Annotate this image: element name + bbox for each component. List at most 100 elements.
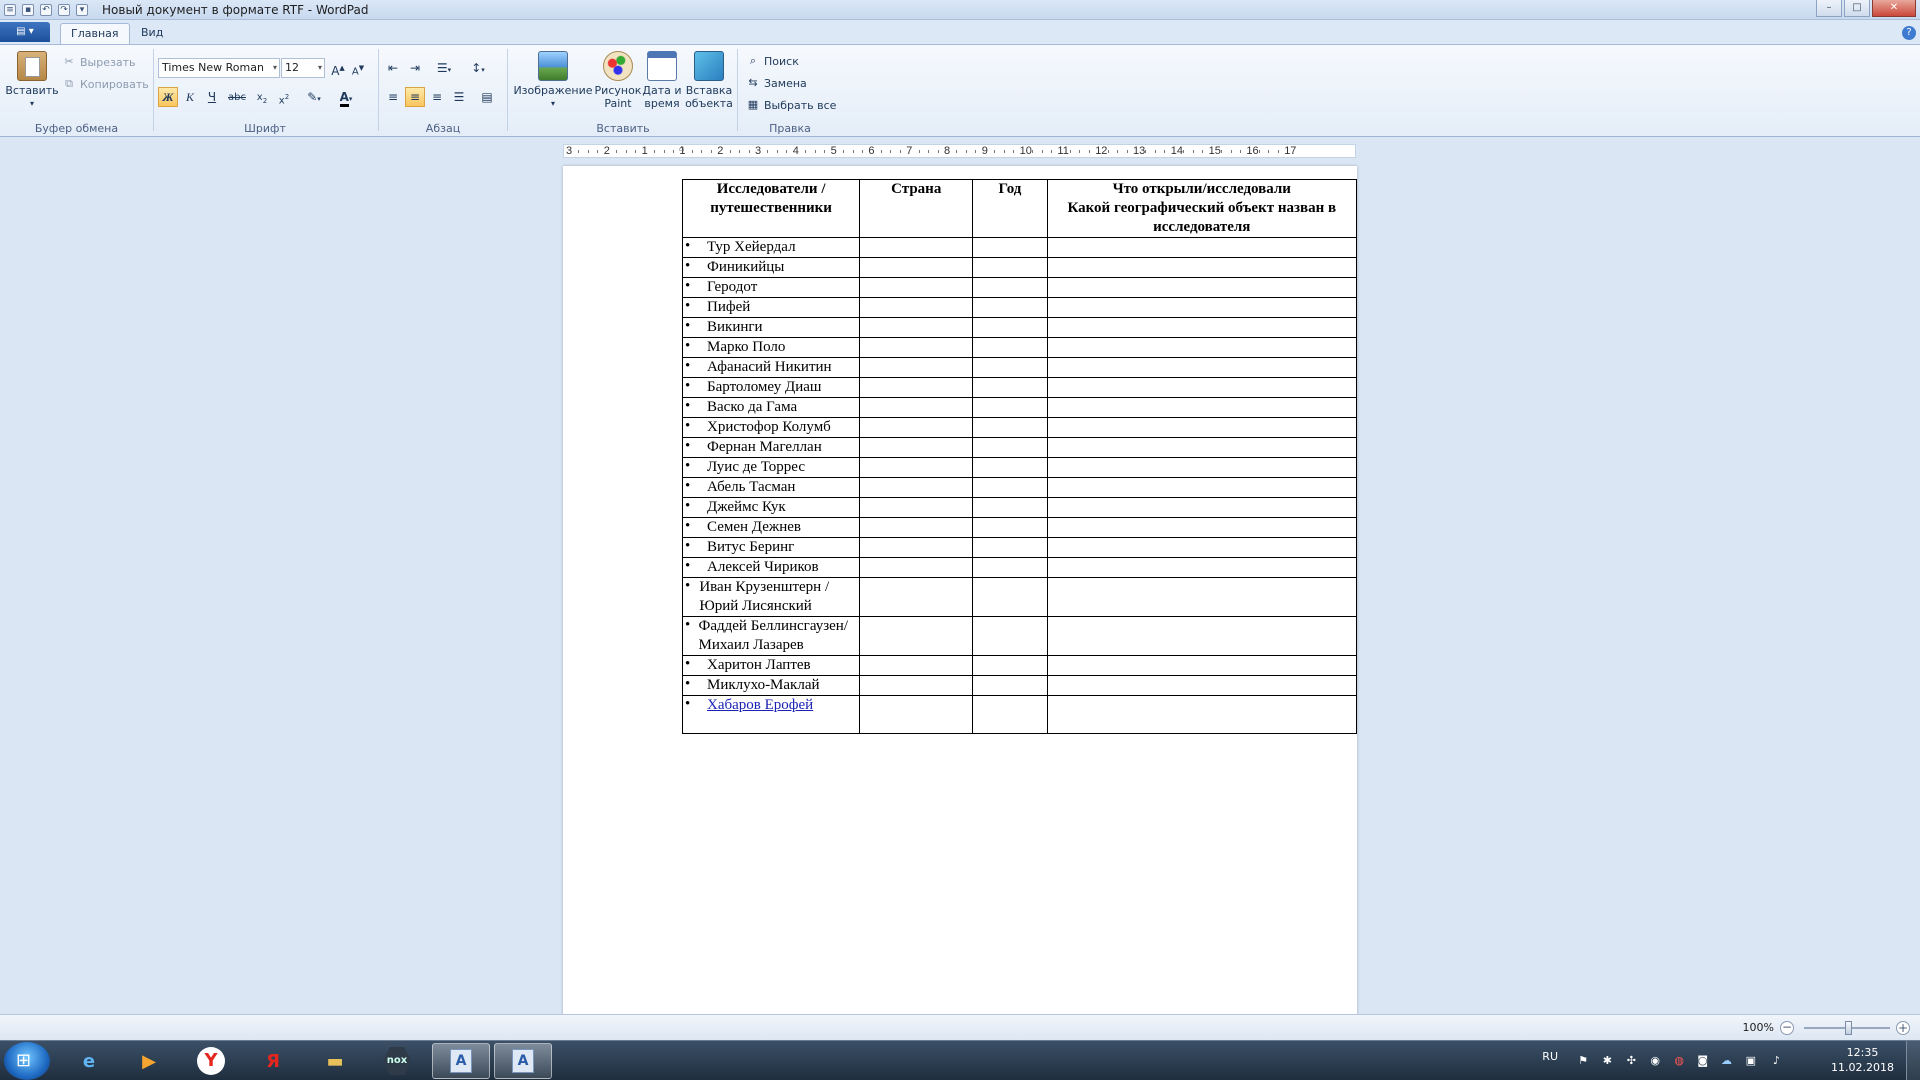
explorer-cell[interactable]: • Афанасий Никитин: [681, 357, 861, 378]
copy-button[interactable]: ⧉ Копировать: [62, 75, 149, 93]
zoom-slider-thumb[interactable]: [1845, 1021, 1852, 1035]
discovery-cell[interactable]: [1046, 675, 1358, 696]
explorer-cell[interactable]: • Витус Беринг: [681, 537, 861, 558]
taskbar-wordpad-2[interactable]: A: [494, 1043, 552, 1079]
discovery-cell[interactable]: [1046, 517, 1358, 538]
country-cell[interactable]: [859, 437, 974, 458]
insert-object-button[interactable]: Вставка объекта: [684, 51, 734, 110]
explorer-cell[interactable]: • Джеймс Кук: [681, 497, 861, 518]
explorer-cell[interactable]: • Бартоломеу Диаш: [681, 377, 861, 398]
explorer-cell[interactable]: • Фернан Магеллан: [681, 437, 861, 458]
cut-button[interactable]: ✂ Вырезать: [62, 53, 135, 71]
font-size-select[interactable]: 12 ▾: [281, 58, 325, 78]
explorers-table[interactable]: Исследователи / путешественники Страна Г…: [681, 179, 1358, 734]
country-cell[interactable]: [859, 457, 974, 478]
app-menu-button[interactable]: ▤ ▾: [0, 22, 50, 42]
tray-gamepad-icon[interactable]: ◙: [1697, 1054, 1708, 1067]
highlight-color-button[interactable]: ✎▾: [300, 87, 328, 107]
discovery-cell[interactable]: [1046, 537, 1358, 558]
font-color-button[interactable]: A▾: [332, 87, 360, 107]
country-cell[interactable]: [859, 557, 974, 578]
explorer-link[interactable]: Хабаров Ерофей: [707, 696, 813, 715]
year-cell[interactable]: [972, 357, 1048, 378]
subscript-button[interactable]: x2: [252, 87, 272, 107]
tab-view[interactable]: Вид: [131, 23, 173, 44]
country-cell[interactable]: [859, 357, 974, 378]
indent-marker-icon[interactable]: ⌂: [679, 143, 687, 161]
language-indicator[interactable]: RU: [1542, 1050, 1558, 1063]
explorer-cell[interactable]: • Харитон Лаптев: [681, 655, 861, 676]
year-cell[interactable]: [972, 477, 1048, 498]
discovery-cell[interactable]: [1046, 317, 1358, 338]
year-cell[interactable]: [972, 695, 1048, 734]
maximize-button[interactable]: □: [1844, 0, 1870, 17]
year-cell[interactable]: [972, 277, 1048, 298]
superscript-button[interactable]: x2: [274, 87, 294, 107]
help-icon[interactable]: ?: [1902, 26, 1916, 40]
font-family-select[interactable]: Times New Roman ▾: [158, 58, 280, 78]
line-spacing-button[interactable]: ↕▾: [463, 58, 493, 78]
zoom-in-button[interactable]: +: [1896, 1021, 1910, 1035]
paste-button[interactable]: Вставить ▾: [5, 51, 59, 110]
close-button[interactable]: ✕: [1872, 0, 1916, 17]
tray-tool-icon[interactable]: ✣: [1627, 1054, 1636, 1067]
date-time-button[interactable]: Дата и время: [640, 51, 684, 110]
discovery-cell[interactable]: [1046, 437, 1358, 458]
taskbar-file-explorer[interactable]: ▬: [306, 1043, 364, 1079]
action-center-icon[interactable]: ⚑: [1578, 1054, 1588, 1067]
country-cell[interactable]: [859, 577, 974, 617]
paragraph-settings-button[interactable]: ▤: [477, 87, 497, 107]
explorer-cell[interactable]: • Луис де Торрес: [681, 457, 861, 478]
tray-app-icon[interactable]: ✱: [1603, 1054, 1612, 1067]
country-cell[interactable]: [859, 477, 974, 498]
discovery-cell[interactable]: [1046, 557, 1358, 578]
country-cell[interactable]: [859, 517, 974, 538]
explorer-cell[interactable]: • Викинги: [681, 317, 861, 338]
header-country[interactable]: Страна: [859, 179, 974, 238]
year-cell[interactable]: [972, 517, 1048, 538]
year-cell[interactable]: [972, 377, 1048, 398]
year-cell[interactable]: [972, 397, 1048, 418]
save-icon[interactable]: ▪: [22, 3, 34, 16]
country-cell[interactable]: [859, 337, 974, 358]
bullet-list-button[interactable]: ☰▾: [429, 58, 459, 78]
grow-font-button[interactable]: A▲: [328, 58, 348, 78]
year-cell[interactable]: [972, 655, 1048, 676]
year-cell[interactable]: [972, 437, 1048, 458]
network-icon[interactable]: ▣: [1746, 1054, 1756, 1067]
explorer-cell[interactable]: • Христофор Колумб: [681, 417, 861, 438]
country-cell[interactable]: [859, 417, 974, 438]
explorer-cell[interactable]: • Иван Крузенштерн /Юрий Лисянский: [681, 577, 861, 617]
start-button[interactable]: ⊞: [4, 1042, 50, 1080]
discovery-cell[interactable]: [1046, 417, 1358, 438]
explorer-cell[interactable]: • Финикийцы: [681, 257, 861, 278]
discovery-cell[interactable]: [1046, 277, 1358, 298]
country-cell[interactable]: [859, 237, 974, 258]
tray-cloud-icon[interactable]: ☁: [1721, 1054, 1732, 1067]
explorer-cell[interactable]: • Пифей: [681, 297, 861, 318]
discovery-cell[interactable]: [1046, 377, 1358, 398]
document-page[interactable]: Исследователи / путешественники Страна Г…: [563, 166, 1358, 1014]
tray-shield-icon[interactable]: ◉: [1650, 1054, 1660, 1067]
header-discovery[interactable]: Что открыли/исследовали Какой географиче…: [1046, 179, 1358, 238]
discovery-cell[interactable]: [1046, 257, 1358, 278]
year-cell[interactable]: [972, 337, 1048, 358]
discovery-cell[interactable]: [1046, 297, 1358, 318]
taskbar-nox[interactable]: nox: [368, 1043, 426, 1079]
zoom-out-button[interactable]: −: [1780, 1021, 1794, 1035]
discovery-cell[interactable]: [1046, 477, 1358, 498]
discovery-cell[interactable]: [1046, 357, 1358, 378]
increase-indent-button[interactable]: ⇥: [405, 58, 425, 78]
explorer-cell[interactable]: • Абель Тасман: [681, 477, 861, 498]
justify-button[interactable]: ☰: [449, 87, 469, 107]
explorer-cell[interactable]: • Семен Дежнев: [681, 517, 861, 538]
year-cell[interactable]: [972, 537, 1048, 558]
taskbar-yandex[interactable]: Я: [244, 1043, 302, 1079]
country-cell[interactable]: [859, 695, 974, 734]
country-cell[interactable]: [859, 277, 974, 298]
year-cell[interactable]: [972, 675, 1048, 696]
customize-qat-icon[interactable]: ▾: [76, 3, 88, 16]
explorer-cell[interactable]: • Фаддей Беллинсгаузен/ Михаил Лазарев: [681, 616, 861, 656]
align-center-button[interactable]: ≡: [405, 87, 425, 107]
document-workspace[interactable]: 3 2 1 1 2 3 4 5 6 7 8 9 10 11 12 13 14 15 16 17 ⌂ Исследова…: [0, 138, 1920, 1014]
